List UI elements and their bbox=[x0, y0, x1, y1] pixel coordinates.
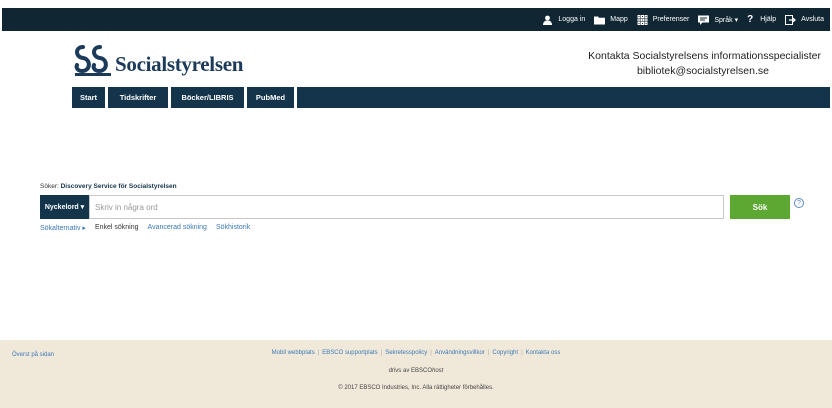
advanced-search-link[interactable]: Avancerad sökning bbox=[148, 224, 207, 232]
basic-search-link[interactable]: Enkel sökning bbox=[95, 224, 139, 232]
footer-link-mobile[interactable]: Mobil webbplats bbox=[272, 350, 315, 356]
folder-label: Mapp bbox=[610, 16, 628, 23]
language-icon bbox=[698, 15, 710, 25]
login-link[interactable]: Logga in bbox=[542, 15, 585, 25]
search-options-toggle[interactable]: Sökalternativ ▸ bbox=[40, 224, 86, 232]
footer-link-contact[interactable]: Kontakta oss bbox=[526, 350, 561, 356]
copyright-text: © 2017 EBSCO Industries, Inc. Alla rätti… bbox=[338, 385, 494, 391]
preferences-label: Preferenser bbox=[652, 16, 690, 23]
site-logo[interactable]: Socialstyrelsen bbox=[73, 42, 243, 77]
footer-link-terms[interactable]: Användningsvillkor bbox=[435, 350, 485, 356]
footer-separator: | bbox=[317, 350, 320, 356]
search-target-prefix: Söker: bbox=[40, 183, 59, 190]
language-dropdown[interactable]: Språk ▾ bbox=[698, 15, 738, 25]
search-field-select[interactable]: Nyckelord ▾ bbox=[40, 195, 89, 219]
contact-block: Kontakta Socialstyrelsens informationssp… bbox=[588, 50, 821, 77]
footer-separator: | bbox=[521, 350, 523, 356]
preferences-icon bbox=[637, 14, 648, 25]
nav-bar-fill bbox=[297, 87, 830, 108]
footer-separator: | bbox=[380, 350, 383, 356]
preferences-link[interactable]: Preferenser bbox=[637, 14, 690, 25]
footer-links: Mobil webbplats | EBSCO supportplats | Sekre… bbox=[0, 350, 832, 356]
search-bar: Nyckelord ▾ Sök bbox=[40, 195, 790, 219]
language-label: Språk ▾ bbox=[714, 16, 739, 24]
page-footer: Överst på sidan Mobil webbplats | EBSCO su… bbox=[0, 340, 832, 408]
powered-by-host: host bbox=[432, 368, 444, 374]
exit-link[interactable]: Avsluta bbox=[785, 14, 824, 25]
footer-link-support[interactable]: EBSCO supportplats bbox=[322, 350, 377, 356]
search-history-link[interactable]: Sökhistorik bbox=[216, 224, 250, 232]
search-button[interactable]: Sök bbox=[730, 195, 790, 219]
search-target-label: Söker: Discovery Service för Socialstyre… bbox=[40, 183, 177, 190]
search-input[interactable] bbox=[89, 195, 724, 219]
user-icon bbox=[542, 15, 553, 25]
footer-separator: | bbox=[487, 350, 490, 356]
login-label: Logga in bbox=[558, 16, 586, 23]
logo-text: Socialstyrelsen bbox=[115, 52, 244, 76]
folder-icon bbox=[594, 15, 606, 25]
help-label: Hjälp bbox=[760, 16, 777, 23]
tab-tidskrifter[interactable]: Tidskrifter bbox=[108, 87, 168, 108]
folder-link[interactable]: Mapp bbox=[594, 15, 628, 25]
tab-start[interactable]: Start bbox=[72, 87, 105, 108]
tab-bocker-libris[interactable]: Böcker/LIBRIS bbox=[171, 87, 244, 108]
contact-heading: Kontakta Socialstyrelsens informationssp… bbox=[588, 50, 821, 62]
footer-link-privacy[interactable]: Sekretesspolicy bbox=[385, 350, 427, 356]
search-help-icon[interactable]: ? bbox=[794, 198, 804, 208]
search-options: Sökalternativ ▸ Enkel sökning Avancerad … bbox=[40, 224, 250, 232]
socialstyrelsen-logo-mark bbox=[74, 44, 111, 76]
powered-by: drivs av EBSCOhost bbox=[0, 368, 832, 374]
main-nav: Start Tidskrifter Böcker/LIBRIS PubMed bbox=[72, 87, 830, 108]
contact-email[interactable]: bibliotek@socialstyrelsen.se bbox=[588, 65, 769, 77]
exit-label: Avsluta bbox=[801, 16, 824, 23]
exit-icon bbox=[785, 14, 797, 25]
powered-by-prefix: drivs av EBSCO bbox=[388, 368, 432, 374]
tab-pubmed[interactable]: PubMed bbox=[247, 87, 294, 108]
search-target-name: Discovery Service för Socialstyrelsen bbox=[60, 183, 177, 190]
top-toolbar: Logga in Mapp Preferenser Språk ▾ ? Hjäl… bbox=[2, 8, 830, 31]
help-icon: ? bbox=[747, 13, 754, 25]
help-link[interactable]: ? Hjälp bbox=[747, 13, 777, 25]
footer-link-copyright[interactable]: Copyright bbox=[492, 350, 518, 356]
footer-separator: | bbox=[430, 350, 432, 356]
